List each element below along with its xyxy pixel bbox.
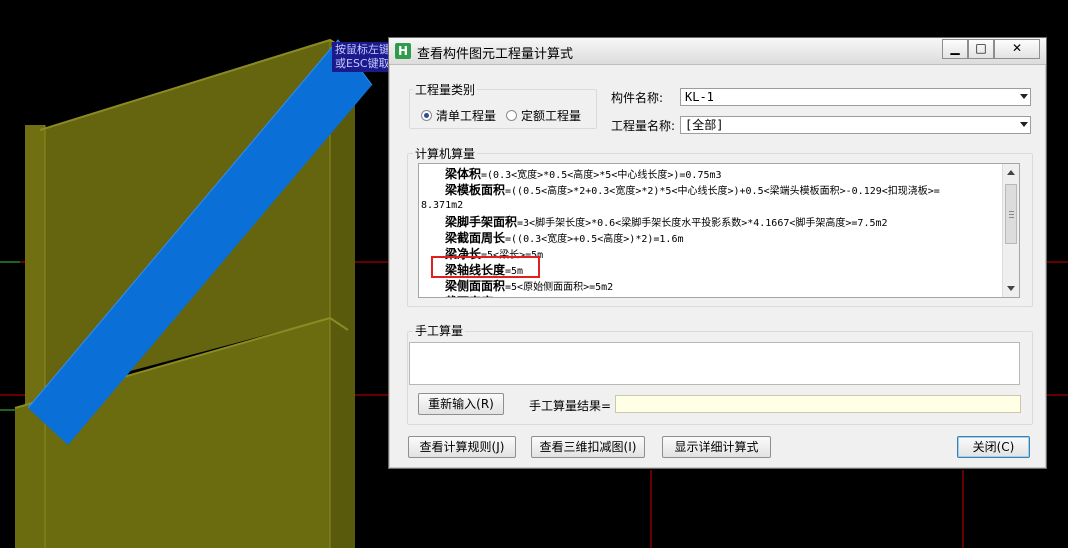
quantity-name-value: [全部]	[685, 118, 724, 132]
calc-formula-line: 梁侧面面积=5<原始侧面面积>=5m2	[445, 279, 613, 295]
calc-formula-line: 梁模板面积=((0.5<高度>*2+0.3<宽度>*2)*5<中心线长度>)+0…	[445, 183, 940, 199]
quantity-name-label: 工程量名称:	[611, 119, 676, 133]
grip-icon	[1009, 217, 1014, 218]
grip-icon	[1009, 214, 1014, 215]
minimize-button[interactable]: ▁	[942, 39, 968, 59]
radio-indicator	[506, 110, 517, 121]
component-name-value: KL-1	[685, 90, 714, 104]
chevron-down-icon	[1020, 122, 1028, 127]
calc-item-expression: =(0.3<宽度>*0.5<高度>*5<中心线长度>)=0.75m3	[481, 170, 722, 181]
radio-bill-quantity[interactable]: 清单工程量	[421, 107, 496, 124]
calc-formula-line: 梁体积=(0.3<宽度>*0.5<高度>*5<中心线长度>)=0.75m3	[445, 167, 722, 183]
dialog-titlebar[interactable]: H 查看构件图元工程量计算式 ▁ □ ✕	[389, 38, 1046, 65]
radio-label: 清单工程量	[436, 109, 497, 123]
manual-calc-input[interactable]	[409, 342, 1020, 385]
grip-icon	[1009, 211, 1014, 212]
component-name-label: 构件名称:	[611, 91, 664, 105]
radio-indicator	[421, 110, 432, 121]
scroll-up-icon[interactable]	[1007, 170, 1015, 175]
manual-calc-group-title: 手工算量	[413, 322, 466, 339]
reinput-button[interactable]: 重新输入(R)	[418, 393, 504, 415]
calc-item-name: 梁体积	[445, 167, 482, 181]
scroll-thumb[interactable]	[1005, 184, 1017, 244]
component-name-select[interactable]: KL-1	[680, 88, 1031, 106]
scroll-down-icon[interactable]	[1007, 286, 1015, 291]
view-3d-deduction-button[interactable]: 查看三维扣减图(I)	[531, 436, 645, 458]
manual-result-field[interactable]	[615, 395, 1021, 413]
calc-item-expression: 8.371m2	[421, 200, 464, 211]
calc-item-name: 梁截面周长	[445, 231, 506, 245]
calc-formula-line: 截面宽度	[445, 295, 493, 297]
cad-tooltip-line: 按鼠标左键	[335, 43, 390, 56]
show-detail-formula-button[interactable]: 显示详细计算式	[662, 436, 771, 458]
maximize-button[interactable]: □	[968, 39, 994, 59]
calc-item-name: 截面宽度	[445, 295, 493, 297]
calc-item-name: 梁模板面积	[445, 183, 506, 197]
calc-item-name: 梁侧面面积	[445, 279, 506, 293]
radio-label: 定额工程量	[521, 109, 582, 123]
highlight-annotation-box	[431, 256, 540, 278]
dialog-title: 查看构件图元工程量计算式	[417, 47, 574, 62]
chevron-down-icon	[1020, 94, 1028, 99]
vertical-scrollbar[interactable]	[1002, 164, 1019, 297]
cad-tooltip: 按鼠标左键 或ESC键取	[332, 42, 396, 72]
calc-item-expression: =5<原始侧面面积>=5m2	[505, 282, 614, 293]
calc-item-expression: =((0.3<宽度>+0.5<高度>)*2)=1.6m	[505, 234, 684, 245]
app-icon: H	[395, 43, 411, 59]
calc-item-expression: =3<脚手架长度>*0.6<梁脚手架长度水平投影系数>*4.1667<脚手架高度…	[517, 218, 888, 229]
view-calc-rules-button[interactable]: 查看计算规则(J)	[408, 436, 516, 458]
close-button[interactable]: 关闭(C)	[957, 436, 1030, 458]
quantity-type-group-title: 工程量类别	[413, 81, 478, 98]
calc-item-expression: =((0.5<高度>*2+0.3<宽度>*2)*5<中心线长度>)+0.5<梁端…	[505, 186, 940, 197]
calc-formula-line: 梁截面周长=((0.3<宽度>+0.5<高度>)*2)=1.6m	[445, 231, 684, 247]
radio-quota-quantity[interactable]: 定额工程量	[506, 107, 581, 124]
machine-calc-group-title: 计算机算量	[413, 145, 478, 162]
calc-formula-line: 8.371m2	[421, 199, 463, 213]
manual-result-label: 手工算量结果=	[529, 399, 612, 413]
calc-formula-line: 梁脚手架面积=3<脚手架长度>*0.6<梁脚手架长度水平投影系数>*4.1667…	[445, 215, 888, 231]
calc-item-name: 梁脚手架面积	[445, 215, 518, 229]
quantity-name-select[interactable]: [全部]	[680, 116, 1031, 134]
cad-tooltip-line: 或ESC键取	[335, 57, 390, 70]
close-window-button[interactable]: ✕	[994, 39, 1040, 59]
